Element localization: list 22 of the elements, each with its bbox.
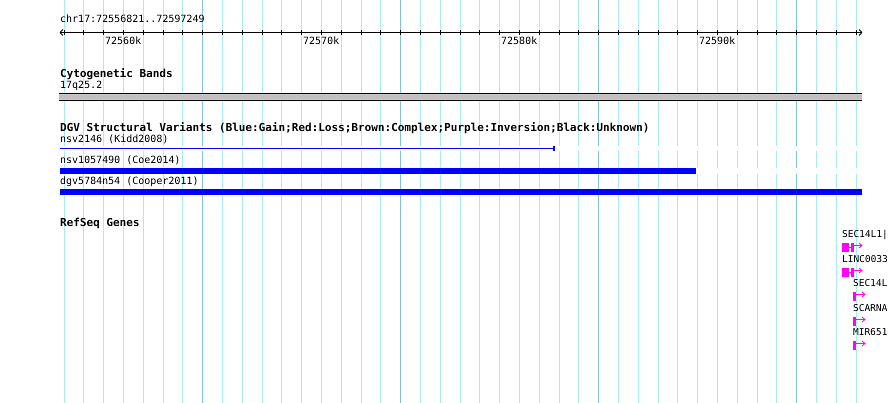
feature-label: nsv2146 (Kidd2008) (60, 135, 168, 145)
gene-label: LINC0033 (842, 254, 888, 264)
gene-glyph-icon (853, 339, 867, 350)
track-title: RefSeq Genes (60, 217, 140, 228)
feature-label: dgv5784n54 (Cooper2011) (60, 177, 198, 187)
tick-label: 72570k (303, 37, 340, 47)
gene-label: MIR651 (853, 328, 888, 338)
gene-label: SCARNA (853, 304, 888, 313)
gene-glyph-icon (853, 314, 867, 326)
tick-label: 72580k (501, 37, 538, 47)
gene-glyph-icon (842, 241, 864, 252)
location-label: chr17:72556821..72597249 (60, 15, 204, 25)
gene-glyph-icon (842, 266, 864, 276)
track-title: DGV Structural Variants (Blue:Gain;Red:Loss;Brown:Complex;Purple:Inversion;Black:Unknown) (60, 122, 650, 133)
tick-label: 72560k (105, 37, 142, 47)
track-title: Cytogenetic Bands (60, 68, 173, 79)
gene-label: SEC14L1| (842, 230, 888, 240)
gene-glyph-icon (853, 290, 867, 301)
tick-label: 72590k (699, 37, 736, 47)
gene-label: SEC14L (853, 279, 888, 288)
band-label: 17q25.2 (60, 81, 102, 91)
feature-label: nsv1057490 (Coe2014) (60, 156, 180, 166)
